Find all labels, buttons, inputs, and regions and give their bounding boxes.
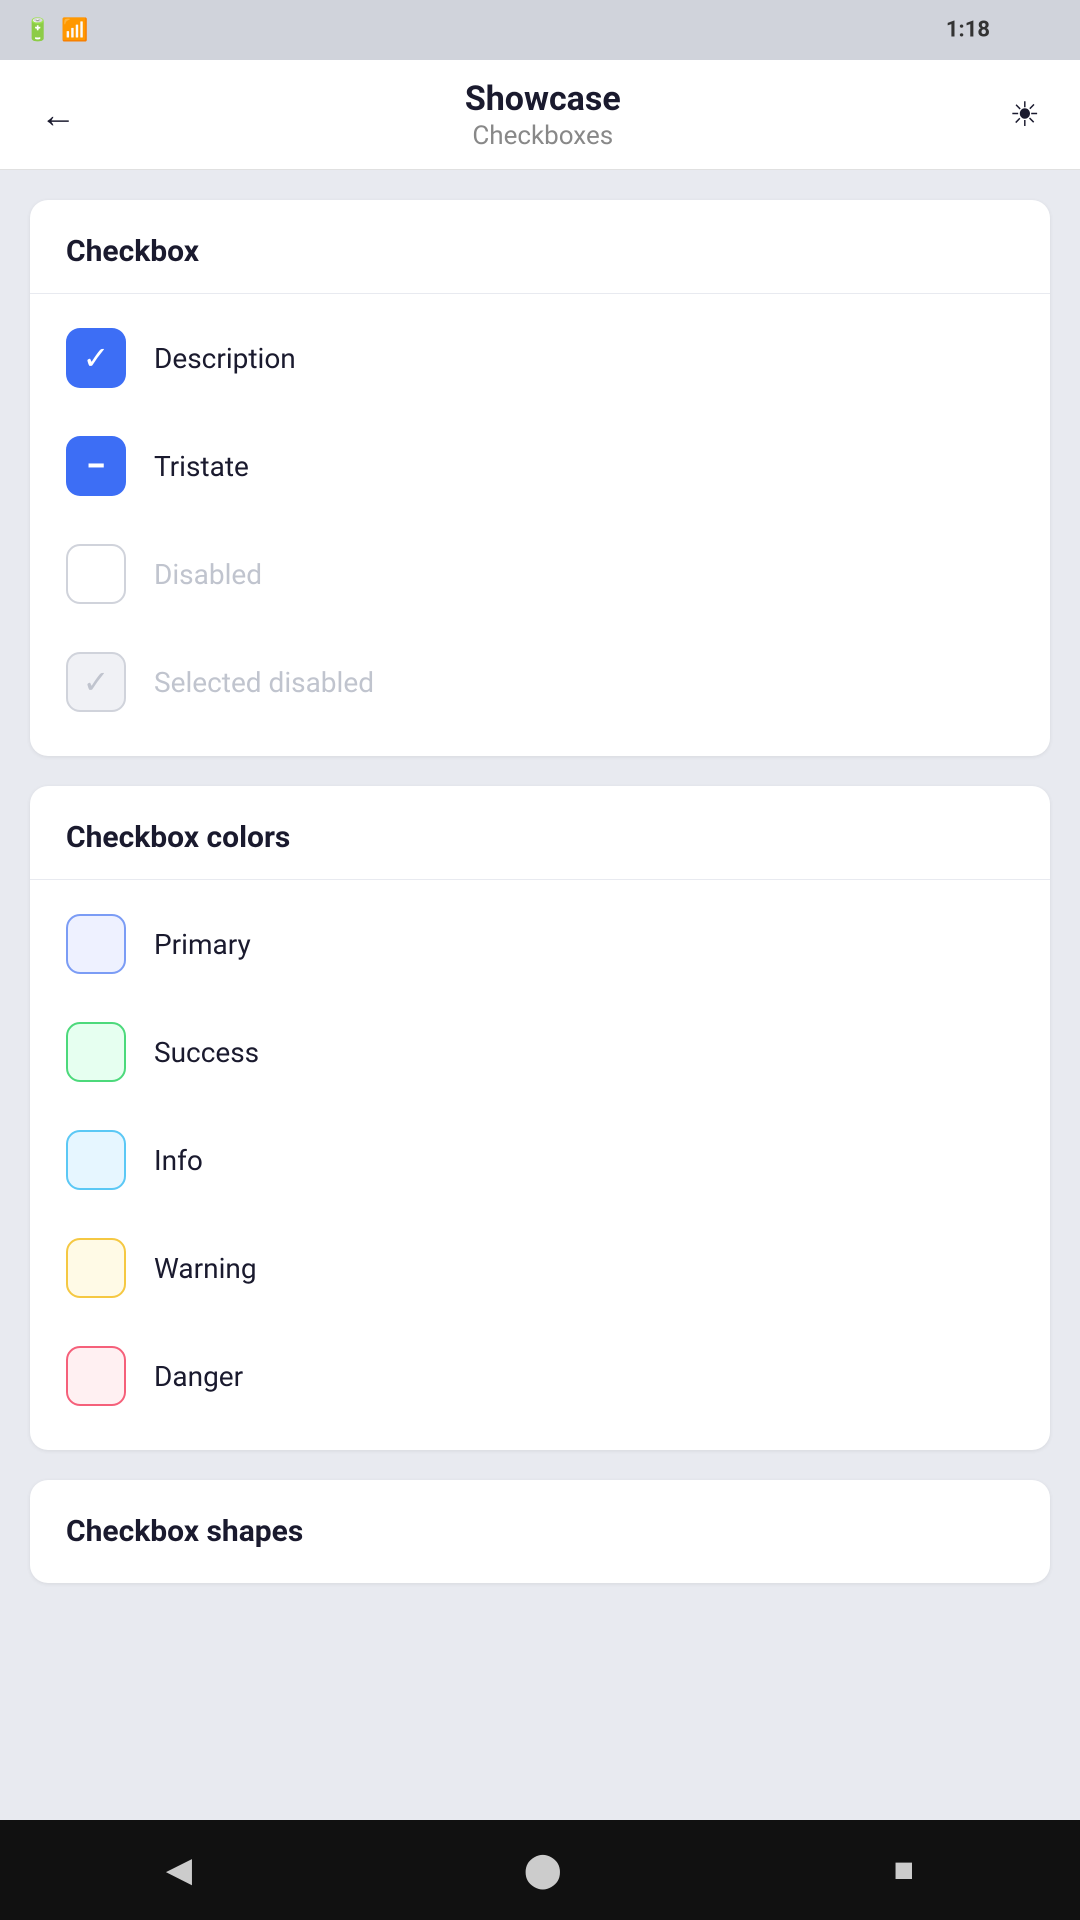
checkbox-section-title: Checkbox — [66, 234, 199, 269]
checkbox-row-selected-disabled: ✓ Selected disabled — [66, 628, 1014, 736]
checkbox-description[interactable]: ✓ — [66, 328, 126, 388]
checkbox-danger-label: Danger — [154, 1360, 243, 1393]
checkbox-info-label: Info — [154, 1144, 203, 1177]
checkmark-disabled-icon: ✓ — [83, 666, 110, 698]
back-button[interactable]: ← — [30, 84, 86, 146]
checkbox-shapes-section-title: Checkbox shapes — [66, 1514, 303, 1549]
checkbox-success[interactable] — [66, 1022, 126, 1082]
bottom-nav: ◀ ⬤ ■ — [0, 1820, 1080, 1920]
minus-icon: − — [86, 448, 106, 484]
debug-label: DEBUG — [1027, 0, 1080, 18]
checkbox-colors-card: Checkbox colors Primary Success Info War… — [30, 786, 1050, 1450]
page-subtitle: Checkboxes — [472, 121, 613, 151]
checkbox-card-body: ✓ Description − Tristate Disabled ✓ — [30, 294, 1050, 756]
checkbox-row-tristate[interactable]: − Tristate — [66, 412, 1014, 520]
checkbox-success-label: Success — [154, 1036, 259, 1069]
nav-recents-button[interactable]: ■ — [864, 1840, 945, 1900]
nav-back-button[interactable]: ◀ — [136, 1840, 222, 1900]
checkbox-row-primary[interactable]: Primary — [66, 890, 1014, 998]
app-bar: ← Showcase Checkboxes ☀ — [0, 60, 1080, 170]
checkbox-shapes-card: Checkbox shapes — [30, 1480, 1050, 1583]
checkbox-colors-section-title: Checkbox colors — [66, 820, 290, 855]
checkbox-warning-label: Warning — [154, 1252, 257, 1285]
checkbox-row-warning[interactable]: Warning — [66, 1214, 1014, 1322]
checkbox-primary-label: Primary — [154, 928, 251, 961]
status-icons: 🔋 📶 — [24, 18, 89, 43]
checkbox-row-disabled: Disabled — [66, 520, 1014, 628]
checkbox-disabled — [66, 544, 126, 604]
checkbox-colors-card-body: Primary Success Info Warning Danger — [30, 880, 1050, 1450]
checkbox-primary[interactable] — [66, 914, 126, 974]
checkbox-row-success[interactable]: Success — [66, 998, 1014, 1106]
battery-icon: 🔋 — [24, 18, 51, 43]
checkbox-warning[interactable] — [66, 1238, 126, 1298]
checkbox-card-header: Checkbox — [30, 200, 1050, 294]
checkbox-description-label: Description — [154, 342, 296, 375]
checkbox-tristate[interactable]: − — [66, 436, 126, 496]
signal-icon: 📶 — [61, 18, 88, 43]
checkbox-disabled-label: Disabled — [154, 558, 262, 591]
page-title: Showcase — [465, 79, 621, 119]
checkbox-tristate-label: Tristate — [154, 450, 249, 483]
checkbox-colors-card-header: Checkbox colors — [30, 786, 1050, 880]
checkbox-card: Checkbox ✓ Description − Tristate — [30, 200, 1050, 756]
page-content: Checkbox ✓ Description − Tristate — [0, 170, 1080, 1613]
checkbox-row-danger[interactable]: Danger — [66, 1322, 1014, 1430]
checkbox-row-info[interactable]: Info — [66, 1106, 1014, 1214]
debug-ribbon: DEBUG — [970, 0, 1080, 110]
checkbox-info[interactable] — [66, 1130, 126, 1190]
checkbox-danger[interactable] — [66, 1346, 126, 1406]
checkmark-icon: ✓ — [83, 342, 110, 374]
status-bar: 🔋 📶 1:18 — [0, 0, 1080, 60]
nav-home-button[interactable]: ⬤ — [494, 1840, 592, 1900]
checkbox-selected-disabled-label: Selected disabled — [154, 666, 374, 699]
checkbox-selected-disabled: ✓ — [66, 652, 126, 712]
app-bar-title: Showcase Checkboxes — [465, 79, 621, 151]
checkbox-row-description[interactable]: ✓ Description — [66, 304, 1014, 412]
